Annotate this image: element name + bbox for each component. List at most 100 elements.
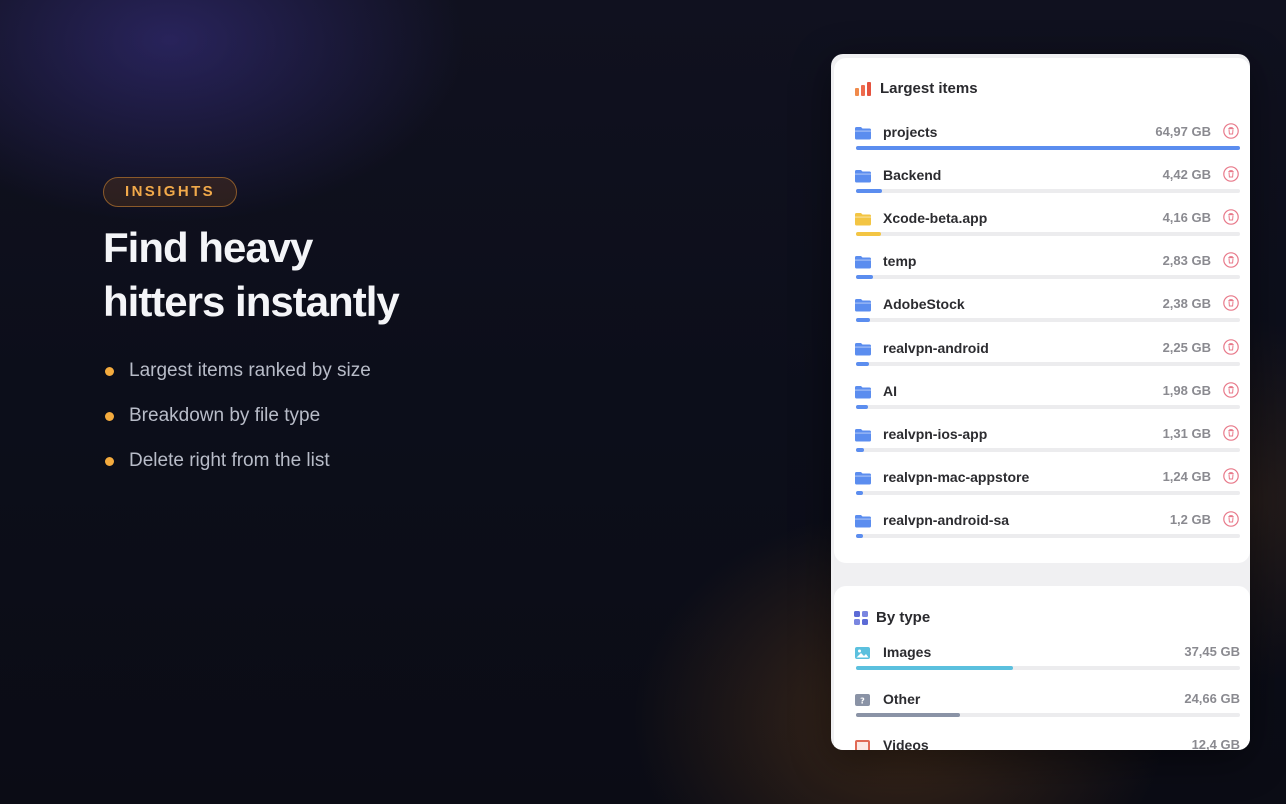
largest-item-row[interactable]: projects 64,97 GB <box>854 123 1240 163</box>
largest-item-row[interactable]: AdobeStock 2,38 GB <box>854 295 1240 335</box>
bullet-dot-icon <box>105 456 114 466</box>
size-bar-track <box>856 404 1240 409</box>
size-bar-track <box>856 318 1240 323</box>
trash-icon[interactable] <box>1223 252 1239 269</box>
trash-icon[interactable] <box>1223 424 1239 441</box>
size-bar-fill <box>856 232 881 237</box>
folder-icon <box>854 428 872 442</box>
size-bar-fill <box>856 189 883 194</box>
feature-text: Breakdown by file type <box>129 405 321 426</box>
item-size: 2,83 GB <box>1162 253 1211 269</box>
size-bar-fill <box>856 490 864 495</box>
bar-chart-icon <box>855 81 871 96</box>
folder-icon <box>854 342 872 356</box>
type-name: Other <box>883 690 921 707</box>
type-name: Videos <box>883 737 929 750</box>
largest-items-card: Largest items projects 64,97 GB Backend 4,4… <box>834 58 1250 563</box>
size-bar-fill <box>856 318 871 323</box>
largest-item-row[interactable]: Backend 4,42 GB <box>854 166 1240 206</box>
item-name: temp <box>883 253 917 270</box>
headline-line-2: hitters instantly <box>103 278 400 325</box>
item-size: 1,98 GB <box>1162 382 1211 398</box>
type-row[interactable]: Videos 12,4 GB <box>854 736 1240 750</box>
headline: Find heavy hitters instantly <box>103 221 563 329</box>
trash-icon[interactable] <box>1223 511 1239 527</box>
feature-item: Delete right from the list <box>103 449 563 473</box>
trash-icon[interactable] <box>1223 166 1239 182</box>
feature-text: Delete right from the list <box>129 450 330 471</box>
type-size: 24,66 GB <box>1184 690 1240 706</box>
item-name: AI <box>883 382 897 399</box>
size-bar-track <box>856 533 1240 538</box>
size-bar-fill <box>856 361 870 366</box>
folder-icon <box>854 169 872 183</box>
largest-item-row[interactable]: realvpn-android 2,25 GB <box>854 338 1240 379</box>
type-bar-fill <box>856 712 960 717</box>
size-bar-track <box>856 189 1240 194</box>
hero-section: INSIGHTS Find heavy hitters instantly La… <box>103 177 563 494</box>
video-icon <box>854 739 872 750</box>
folder-icon <box>854 385 872 399</box>
type-bar-fill <box>856 666 1014 670</box>
size-bar-fill <box>856 275 873 280</box>
item-size: 1,2 GB <box>1169 511 1211 527</box>
feature-text: Largest items ranked by size <box>129 360 371 381</box>
trash-icon[interactable] <box>1223 338 1239 355</box>
size-bar-track <box>856 447 1240 452</box>
largest-item-row[interactable]: realvpn-ios-app 1,31 GB <box>854 424 1240 465</box>
item-size: 1,31 GB <box>1162 425 1211 441</box>
size-bar-track <box>856 232 1240 237</box>
item-size: 1,24 GB <box>1162 468 1211 484</box>
item-name: realvpn-android <box>883 339 989 356</box>
type-row[interactable]: Images 37,45 GB <box>854 643 1240 683</box>
size-bar-track <box>856 361 1240 366</box>
trash-icon[interactable] <box>1223 209 1239 225</box>
trash-icon[interactable] <box>1223 295 1239 312</box>
by-type-header: By type <box>854 609 930 626</box>
item-name: Xcode-beta.app <box>883 210 988 227</box>
app-window-panel: Largest items projects 64,97 GB Backend 4,4… <box>831 54 1250 750</box>
image-icon <box>854 646 872 660</box>
largest-item-row[interactable]: temp 2,83 GB <box>854 252 1240 292</box>
size-bar-track <box>856 275 1240 280</box>
trash-icon[interactable] <box>1223 381 1239 398</box>
largest-item-row[interactable]: Xcode-beta.app 4,16 GB <box>854 209 1240 249</box>
type-name: Images <box>883 644 932 660</box>
largest-items-header: Largest items <box>854 80 978 97</box>
largest-items-title: Largest items <box>880 80 978 97</box>
item-size: 4,42 GB <box>1162 167 1211 183</box>
type-bar-track <box>856 666 1240 670</box>
largest-item-row[interactable]: AI 1,98 GB <box>854 381 1240 422</box>
item-size: 2,25 GB <box>1162 339 1211 355</box>
size-bar-fill <box>856 146 1240 150</box>
folder-icon <box>854 298 872 312</box>
headline-line-1: Find heavy <box>103 224 313 271</box>
size-bar-fill <box>856 533 863 538</box>
largest-item-row[interactable]: realvpn-android-sa 1,2 GB <box>854 511 1240 551</box>
item-name: realvpn-ios-app <box>883 425 988 442</box>
trash-icon[interactable] <box>1223 123 1239 139</box>
folder-icon <box>854 471 872 485</box>
item-size: 2,38 GB <box>1162 296 1211 312</box>
type-row[interactable]: ? Other 24,66 GB <box>854 690 1240 730</box>
size-bar-fill <box>856 447 864 452</box>
folder-icon <box>854 126 872 140</box>
item-name: realvpn-android-sa <box>883 511 1010 528</box>
grid-icon <box>854 610 868 625</box>
insights-badge: INSIGHTS <box>103 177 238 207</box>
size-bar-fill <box>856 404 868 409</box>
trash-icon[interactable] <box>1223 467 1239 484</box>
type-size: 37,45 GB <box>1184 644 1240 659</box>
by-type-title: By type <box>876 609 931 626</box>
item-name: projects <box>883 124 938 140</box>
size-bar-track <box>856 490 1240 495</box>
item-name: Backend <box>883 167 942 184</box>
bullet-dot-icon <box>105 411 114 421</box>
feature-list: Largest items ranked by size Breakdown b… <box>103 359 563 473</box>
svg-text:?: ? <box>860 696 865 705</box>
item-size: 64,97 GB <box>1155 124 1211 139</box>
largest-item-row[interactable]: realvpn-mac-appstore 1,24 GB <box>854 467 1240 508</box>
other-file-icon: ? <box>854 693 872 707</box>
by-type-card: By type Images 37,45 GB? Other 24,66 GB Vide… <box>834 586 1250 750</box>
size-bar-track <box>856 146 1240 150</box>
